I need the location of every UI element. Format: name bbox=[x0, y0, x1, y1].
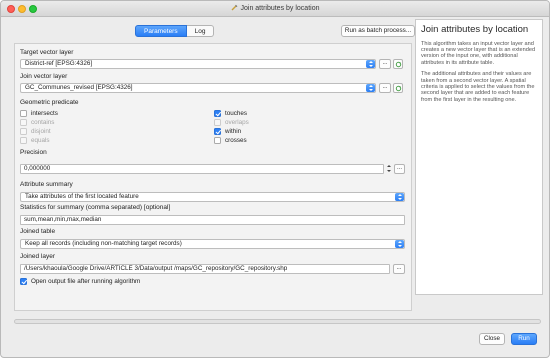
progress-bar bbox=[14, 319, 541, 324]
help-title: Join attributes by location bbox=[421, 24, 529, 35]
window-title-wrap: Join attributes by location bbox=[1, 4, 549, 12]
processing-tool-icon bbox=[231, 4, 238, 11]
joined-layer-browse-button[interactable]: ... bbox=[393, 264, 405, 274]
parameters-form: Target vector layer District-ref [EPSG:4… bbox=[14, 43, 412, 311]
statistics-label: Statistics for summary (comma separated)… bbox=[20, 204, 171, 211]
predicate-option-label: equals bbox=[31, 136, 50, 144]
predicate-intersects[interactable]: intersects bbox=[20, 109, 58, 117]
predicate-option-label: contains bbox=[31, 118, 55, 126]
parameters-panel: Parameters Log Run as batch process... T… bbox=[14, 19, 415, 311]
predicate-within[interactable]: within bbox=[214, 127, 241, 135]
attribute-summary-combo[interactable]: Take attributes of the first located fea… bbox=[20, 192, 405, 202]
join-layer-options-button[interactable]: ... bbox=[379, 83, 391, 93]
predicate-crosses[interactable]: crosses bbox=[214, 136, 247, 144]
help-paragraph: The additional attributes and their valu… bbox=[421, 71, 535, 103]
predicate-option-label: overlaps bbox=[225, 118, 249, 126]
checkbox bbox=[20, 136, 27, 144]
chevron-updown-icon bbox=[366, 84, 375, 92]
checkbox bbox=[20, 127, 27, 135]
joined-table-label: Joined table bbox=[20, 228, 56, 235]
target-layer-combo[interactable]: District-ref [EPSG:4326] bbox=[20, 59, 376, 69]
join-layer-value: GC_Communes_revised [EPSG:4326] bbox=[25, 84, 133, 91]
predicate-disjoint: disjoint bbox=[20, 127, 51, 135]
window-title: Join attributes by location bbox=[240, 5, 320, 12]
predicate-equals: equals bbox=[20, 136, 50, 144]
joined-table-value: Keep all records (including non-matching… bbox=[25, 240, 182, 247]
open-output-option[interactable]: Open output file after running algorithm bbox=[20, 277, 140, 285]
target-layer-value: District-ref [EPSG:4326] bbox=[25, 60, 93, 67]
refresh-icon bbox=[395, 61, 402, 68]
run-button[interactable]: Run bbox=[511, 333, 537, 345]
predicate-option-label: within bbox=[225, 127, 242, 135]
chevron-updown-icon bbox=[395, 240, 404, 248]
attribute-summary-value: Take attributes of the first located fea… bbox=[25, 193, 139, 200]
predicate-touches[interactable]: touches bbox=[214, 109, 247, 117]
joined-layer-label: Joined layer bbox=[20, 253, 56, 260]
predicate-overlaps: overlaps bbox=[214, 118, 249, 126]
checkbox[interactable] bbox=[20, 277, 27, 285]
predicate-contains: contains bbox=[20, 118, 54, 126]
tab-bar: Parameters Log bbox=[135, 25, 215, 37]
predicate-option-label: touches bbox=[225, 109, 248, 117]
predicate-label: Geometric predicate bbox=[20, 99, 79, 106]
predicate-option-label: intersects bbox=[31, 109, 58, 117]
refresh-icon bbox=[395, 85, 402, 92]
target-layer-label: Target vector layer bbox=[20, 49, 74, 56]
checkbox[interactable] bbox=[214, 136, 221, 144]
chevron-updown-icon bbox=[366, 60, 375, 68]
attribute-summary-label: Attribute summary bbox=[20, 181, 73, 188]
checkbox[interactable] bbox=[214, 109, 221, 117]
target-layer-options-button[interactable]: ... bbox=[379, 59, 391, 69]
join-layer-combo[interactable]: GC_Communes_revised [EPSG:4326] bbox=[20, 83, 376, 93]
open-output-label: Open output file after running algorithm bbox=[31, 277, 141, 285]
join-layer-label: Join vector layer bbox=[20, 73, 68, 80]
checkbox[interactable] bbox=[20, 109, 27, 117]
title-bar: Join attributes by location bbox=[1, 1, 549, 17]
joined-layer-path-input[interactable]: /Users/khaoula/Google Drive/ARTICLE 3/Da… bbox=[20, 264, 390, 274]
precision-input[interactable]: 0,000000 bbox=[20, 164, 384, 174]
target-layer-iterate-button[interactable] bbox=[393, 59, 403, 69]
dialog-window: Join attributes by location Parameters L… bbox=[0, 0, 550, 358]
joined-table-combo[interactable]: Keep all records (including non-matching… bbox=[20, 239, 405, 249]
close-button[interactable]: Close bbox=[479, 333, 505, 345]
help-panel: Join attributes by location This algorit… bbox=[415, 19, 543, 295]
statistics-input[interactable]: sum,mean,min,max,median bbox=[20, 215, 405, 225]
predicate-option-label: disjoint bbox=[31, 127, 51, 135]
chevron-updown-icon bbox=[395, 193, 404, 201]
checkbox bbox=[214, 118, 221, 126]
run-as-batch-button[interactable]: Run as batch process... bbox=[341, 25, 415, 37]
tab-log[interactable]: Log bbox=[186, 25, 215, 37]
checkbox[interactable] bbox=[214, 127, 221, 135]
join-layer-iterate-button[interactable] bbox=[393, 83, 403, 93]
predicate-option-label: crosses bbox=[225, 136, 247, 144]
help-paragraph: This algorithm takes an input vector lay… bbox=[421, 40, 536, 66]
precision-options-button[interactable]: ... bbox=[394, 164, 405, 174]
precision-label: Precision bbox=[20, 149, 47, 156]
tab-parameters[interactable]: Parameters bbox=[135, 25, 187, 37]
checkbox bbox=[20, 118, 27, 126]
precision-stepper[interactable] bbox=[386, 164, 392, 174]
